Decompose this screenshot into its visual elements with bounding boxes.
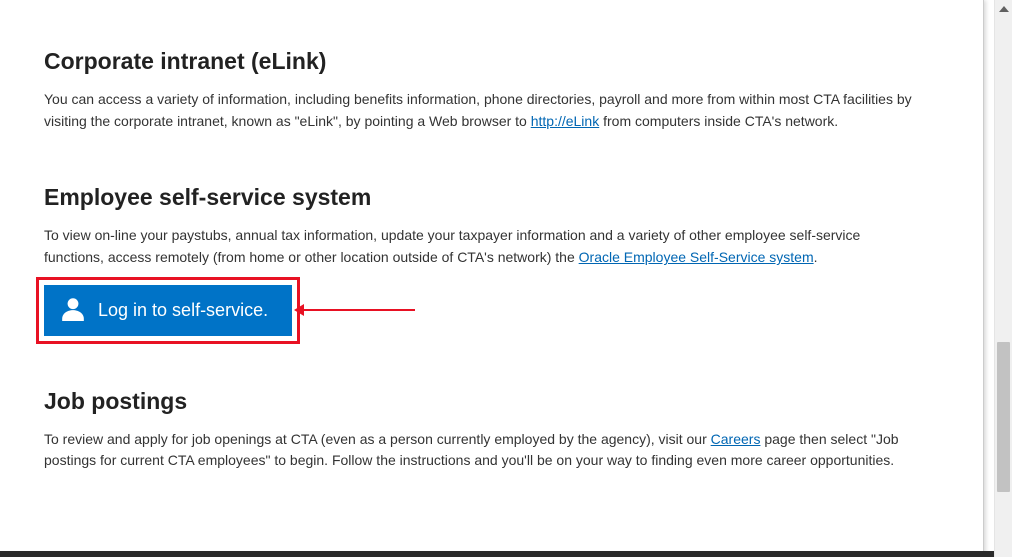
heading-intranet: Corporate intranet (eLink) [44, 48, 924, 75]
section-job-postings: Job postings To review and apply for job… [44, 388, 924, 472]
text-intranet-after: from computers inside CTA's network. [599, 113, 838, 129]
scroll-up-button[interactable] [995, 0, 1012, 18]
section-intranet: Corporate intranet (eLink) You can acces… [44, 48, 924, 132]
link-elink[interactable]: http://eLink [531, 113, 600, 129]
heading-self-service: Employee self-service system [44, 184, 924, 211]
heading-job-postings: Job postings [44, 388, 924, 415]
link-careers[interactable]: Careers [711, 431, 761, 447]
paragraph-intranet: You can access a variety of information,… [44, 89, 924, 132]
section-self-service: Employee self-service system To view on-… [44, 184, 924, 335]
scrollbar-track[interactable] [994, 0, 1012, 557]
text-jobs-before: To review and apply for job openings at … [44, 431, 711, 447]
login-button-label: Log in to self-service. [98, 300, 268, 321]
paragraph-self-service: To view on-line your paystubs, annual ta… [44, 225, 924, 268]
footer-bar [0, 551, 994, 557]
scrollbar-thumb[interactable] [997, 342, 1010, 492]
login-self-service-button[interactable]: Log in to self-service. [44, 285, 292, 336]
link-oracle-self-service[interactable]: Oracle Employee Self-Service system [579, 249, 814, 265]
paragraph-job-postings: To review and apply for job openings at … [44, 429, 924, 472]
text-ss-after: . [814, 249, 818, 265]
user-icon [60, 295, 86, 326]
